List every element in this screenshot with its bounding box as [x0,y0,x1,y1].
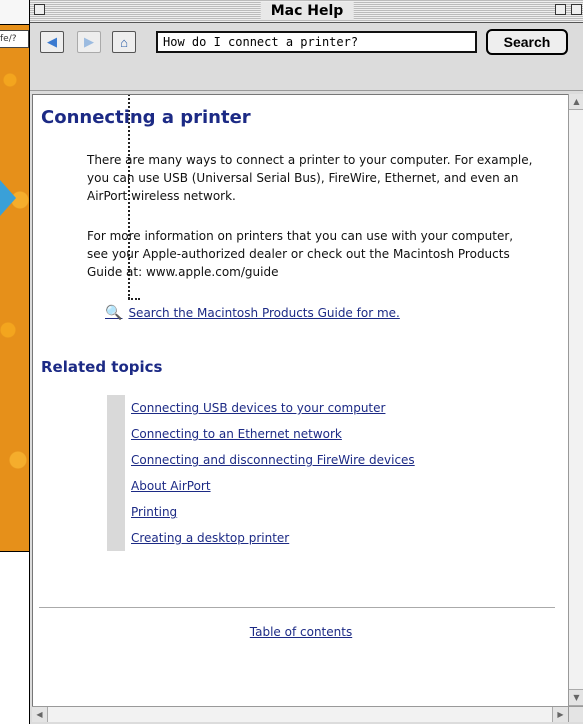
back-button[interactable]: ◀ [40,31,64,53]
resize-box[interactable] [568,706,583,722]
related-topics-heading: Related topics [41,358,163,376]
scroll-left-arrow-icon[interactable]: ◀ [32,707,48,722]
vertical-scrollbar[interactable]: ▲ ▼ [568,94,583,706]
home-button[interactable]: ⌂ [112,31,136,53]
help-window: Mac Help ◀ ▶ ⌂ How do I connect a printe… [29,0,583,724]
search-input[interactable]: How do I connect a printer? [156,31,477,53]
forward-arrow-icon: ▶ [84,34,94,49]
dotted-guide-connector [128,298,140,300]
paragraph-2: For more information on printers that yo… [87,229,514,279]
table-of-contents-link[interactable]: Table of contents [33,625,569,639]
back-arrow-icon: ◀ [47,34,57,49]
scroll-up-arrow-icon[interactable]: ▲ [569,94,583,110]
guide-search-link-label: Search the Macintosh Products Guide for … [128,306,400,320]
scroll-down-arrow-icon[interactable]: ▼ [569,689,583,706]
close-box[interactable] [34,4,45,15]
related-link-desktop-printer[interactable]: Creating a desktop printer [131,525,415,551]
related-sidebar-bar [107,395,125,551]
related-link-airport[interactable]: About AirPort [131,473,415,499]
title-bar[interactable]: Mac Help [30,0,583,23]
help-content: Connecting a printer There are many ways… [32,94,570,708]
magnifier-icon: 🔍 [105,305,123,321]
related-link-firewire[interactable]: Connecting and disconnecting FireWire de… [131,447,415,473]
background-window-header [0,0,30,25]
background-field: fe/? [0,30,29,48]
window-title: Mac Help [260,2,354,20]
pointer-arrow-icon [0,180,16,216]
search-button[interactable]: Search [486,29,568,55]
guide-search-link[interactable]: 🔍 Search the Macintosh Products Guide fo… [105,305,400,321]
home-icon: ⌂ [120,34,128,50]
related-topics-list: Connecting USB devices to your computer … [131,395,415,551]
forward-button[interactable]: ▶ [77,31,101,53]
paragraph-1: There are many ways to connect a printer… [87,153,533,203]
zoom-box[interactable] [555,4,566,15]
scroll-right-arrow-icon[interactable]: ▶ [552,707,568,722]
divider [39,607,555,608]
related-link-usb[interactable]: Connecting USB devices to your computer [131,395,415,421]
collapse-box[interactable] [571,4,582,15]
page-title: Connecting a printer [41,107,251,128]
related-link-printing[interactable]: Printing [131,499,415,525]
related-link-ethernet[interactable]: Connecting to an Ethernet network [131,421,415,447]
horizontal-scrollbar[interactable]: ◀ ▶ [32,706,568,722]
background-window[interactable]: fe/? [0,0,31,552]
